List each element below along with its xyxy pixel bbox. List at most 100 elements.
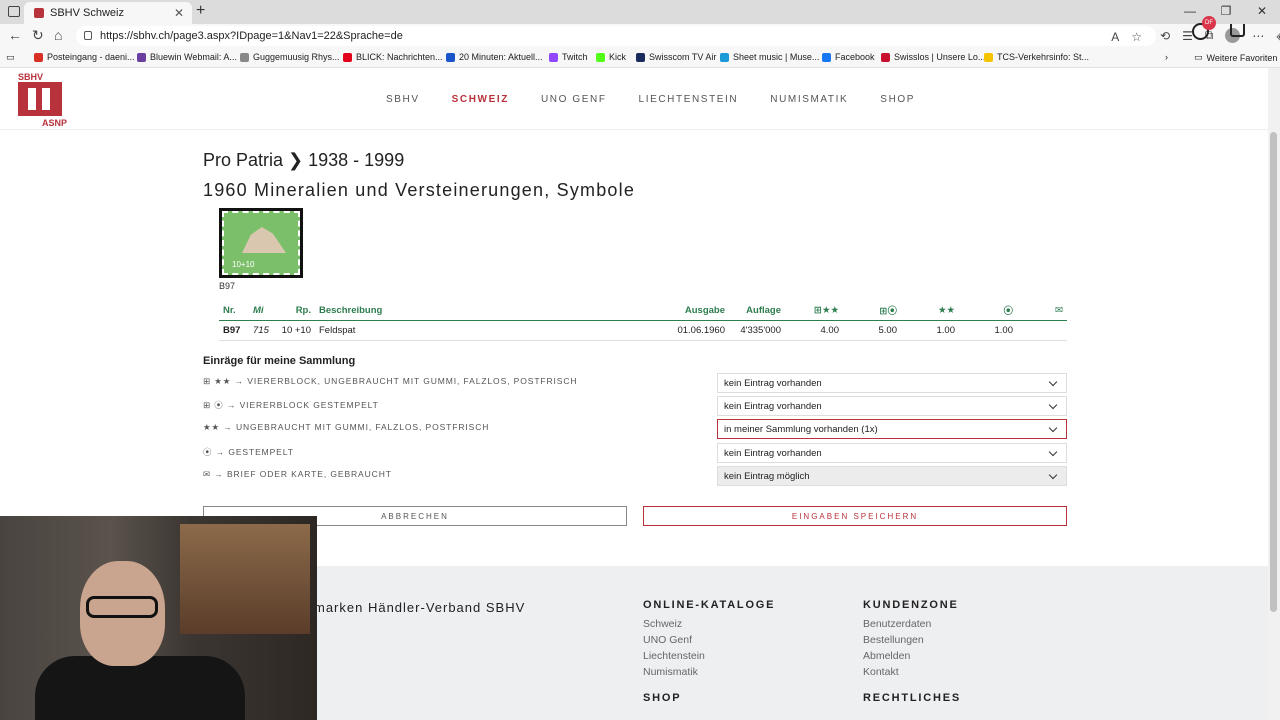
bookmark-item[interactable]: Facebook	[822, 52, 875, 62]
collection-section-title: Einräge für meine Sammlung	[203, 355, 356, 367]
more-favorites-button[interactable]: ▭ Weitere Favoriten	[1194, 52, 1277, 63]
close-window-icon[interactable]: ✕	[1244, 0, 1280, 24]
bookmark-item[interactable]: Sheet music | Muse...	[720, 52, 819, 62]
collection-entry-row: ⦿ → GESTEMPELT kein Eintrag vorhanden	[203, 443, 1067, 463]
bookmark-item[interactable]: TCS-Verkehrsinfo: St...	[984, 52, 1089, 62]
bookmark-item[interactable]: Bluewin Webmail: A...	[137, 52, 237, 62]
cell-mi: 715	[249, 320, 275, 341]
page-scrollbar[interactable]	[1268, 68, 1280, 720]
more-menu-icon[interactable]: ⋯	[1252, 29, 1264, 43]
close-tab-icon[interactable]: ✕	[174, 6, 184, 20]
bookmark-item[interactable]: BLICK: Nachrichten...	[343, 52, 443, 62]
nav-shop[interactable]: SHOP	[880, 94, 915, 105]
cell-mint: 1.00	[901, 320, 959, 341]
cell-rp: 10 +10	[275, 320, 315, 341]
bookmark-item[interactable]: Kick	[596, 52, 626, 62]
entry-label: ⊞ ★★ → VIERERBLOCK, UNGEBRAUCHT MIT GUMM…	[203, 376, 578, 386]
facebook-icon	[822, 52, 831, 62]
favorite-star-icon[interactable]: ☆	[1131, 30, 1142, 44]
main-navigation: SBHV SCHWEIZ UNO GENF LIECHTENSTEIN NUMI…	[386, 94, 947, 105]
entry-select[interactable]: kein Eintrag vorhanden	[717, 443, 1067, 463]
kick-icon	[596, 52, 605, 62]
col-rp: Rp.	[275, 300, 315, 321]
cell-used: 1.00	[959, 320, 1017, 341]
cart-icon[interactable]	[1230, 24, 1245, 37]
bookmark-item[interactable]: Swisslos | Unsere Lo...	[881, 52, 985, 62]
col-nr: Nr.	[219, 300, 249, 321]
webcam-poster	[180, 524, 310, 634]
footer-link-liechtenstein[interactable]: Liechtenstein	[643, 650, 705, 662]
bookmark-item[interactable]: Posteingang - daeni...	[34, 52, 135, 62]
collection-entry-row: ⊞ ★★ → VIERERBLOCK, UNGEBRAUCHT MIT GUMM…	[203, 373, 1067, 393]
footer-rechtliches-title: RECHTLICHES	[863, 692, 962, 704]
footer-link-bestellungen[interactable]: Bestellungen	[863, 634, 924, 646]
cell-block-used: 5.00	[843, 320, 901, 341]
col-ausgabe: Ausgabe	[661, 300, 729, 321]
bookmark-item[interactable]: Guggemuusig Rhys...	[240, 52, 340, 62]
bookmarks-overflow-icon[interactable]: ›	[1165, 52, 1168, 62]
blick-icon	[343, 52, 352, 62]
save-button[interactable]: EINGABEN SPEICHERN	[643, 506, 1067, 526]
footer-link-numismatik[interactable]: Numismatik	[643, 666, 698, 678]
footer-link-abmelden[interactable]: Abmelden	[863, 650, 910, 662]
tab-title: SBHV Schweiz	[50, 7, 124, 19]
address-bar-row: ← ↻ ⌂ https://sbhv.ch/page3.aspx?IDpage=…	[0, 24, 1280, 48]
entry-select[interactable]: kein Eintrag vorhanden	[717, 396, 1067, 416]
scrollbar-thumb[interactable]	[1270, 132, 1277, 612]
gmail-icon	[34, 52, 43, 62]
site-favicon-icon	[34, 8, 44, 18]
back-icon[interactable]: ←	[8, 27, 22, 43]
tab-actions-icon[interactable]	[8, 6, 20, 17]
entry-select-value: kein Eintrag vorhanden	[724, 400, 822, 412]
nav-numismatik[interactable]: NUMISMATIK	[770, 94, 848, 105]
entry-select[interactable]: kein Eintrag vorhanden	[717, 373, 1067, 393]
nav-uno-genf[interactable]: UNO GENF	[541, 94, 607, 105]
mineral-illustration	[242, 227, 286, 253]
footer-link-schweiz[interactable]: Schweiz	[643, 618, 682, 630]
entry-label: ★★ → UNGEBRAUCHT MIT GUMMI, FALZLOS, POS…	[203, 422, 490, 432]
new-tab-icon[interactable]: +	[196, 2, 205, 20]
reload-icon[interactable]: ↻	[32, 27, 44, 44]
col-used: ⦿	[959, 300, 1017, 321]
bookmark-item[interactable]: 20 Minuten: Aktuell...	[446, 52, 543, 62]
browser-tab[interactable]: SBHV Schweiz ✕	[24, 2, 192, 24]
stamp-image[interactable]: 10+10	[219, 208, 303, 278]
extensions-icon[interactable]: ⟲	[1160, 29, 1170, 43]
home-icon[interactable]: ⌂	[54, 27, 62, 43]
reading-list-icon[interactable]: ▭	[6, 52, 15, 63]
table-row[interactable]: B97 715 10 +10 Feldspat 01.06.1960 4'335…	[219, 320, 1067, 341]
footer-link-uno-genf[interactable]: UNO Genf	[643, 634, 692, 646]
col-block-used: ⊞⦿	[843, 300, 901, 321]
entry-select[interactable]: kein Eintrag möglich	[717, 466, 1067, 486]
footer-link-kontakt[interactable]: Kontakt	[863, 666, 899, 678]
entry-select-value: kein Eintrag möglich	[724, 470, 810, 482]
chevron-down-icon	[1048, 400, 1058, 410]
footer-org-title: marken Händler-Verband SBHV	[314, 600, 526, 615]
read-aloud-icon[interactable]: A	[1111, 30, 1119, 44]
breadcrumb[interactable]: Pro Patria ❯ 1938 - 1999	[203, 150, 404, 171]
page-title: 1960 Mineralien und Versteinerungen, Sym…	[203, 180, 636, 200]
nav-sbhv[interactable]: SBHV	[386, 94, 420, 105]
chevron-down-icon	[1048, 470, 1058, 480]
bookmark-item[interactable]: Swisscom TV Air	[636, 52, 716, 62]
bookmark-item[interactable]: Twitch	[549, 52, 588, 62]
tcs-icon	[984, 52, 993, 62]
musescore-icon	[720, 52, 729, 62]
collection-entry-row: ✉ → BRIEF ODER KARTE, GEBRAUCHT kein Ein…	[203, 466, 1067, 486]
entry-label: ✉ → BRIEF ODER KARTE, GEBRAUCHT	[203, 469, 392, 479]
footer-link-benutzerdaten[interactable]: Benutzerdaten	[863, 618, 931, 630]
cell-block-mint: 4.00	[785, 320, 843, 341]
window-controls: — ❐ ✕	[1172, 0, 1280, 24]
webcam-person-body	[35, 656, 245, 720]
url-field[interactable]: https://sbhv.ch/page3.aspx?IDpage=1&Nav1…	[76, 26, 1156, 46]
nav-liechtenstein[interactable]: LIECHTENSTEIN	[639, 94, 739, 105]
browser-toolbar: ⟲ ☰ ⧉ ⋯ ◈	[1160, 28, 1280, 43]
20min-icon	[446, 52, 455, 62]
nav-schweiz[interactable]: SCHWEIZ	[452, 94, 509, 105]
entry-select[interactable]: in meiner Sammlung vorhanden (1x)	[717, 419, 1067, 439]
lock-icon	[84, 31, 92, 40]
sbhv-logo[interactable]: SBHV ASNP	[18, 72, 72, 128]
swisslos-icon	[881, 52, 890, 62]
col-letter: ✉	[1017, 300, 1067, 321]
copilot-icon[interactable]: ◈	[1276, 29, 1280, 43]
